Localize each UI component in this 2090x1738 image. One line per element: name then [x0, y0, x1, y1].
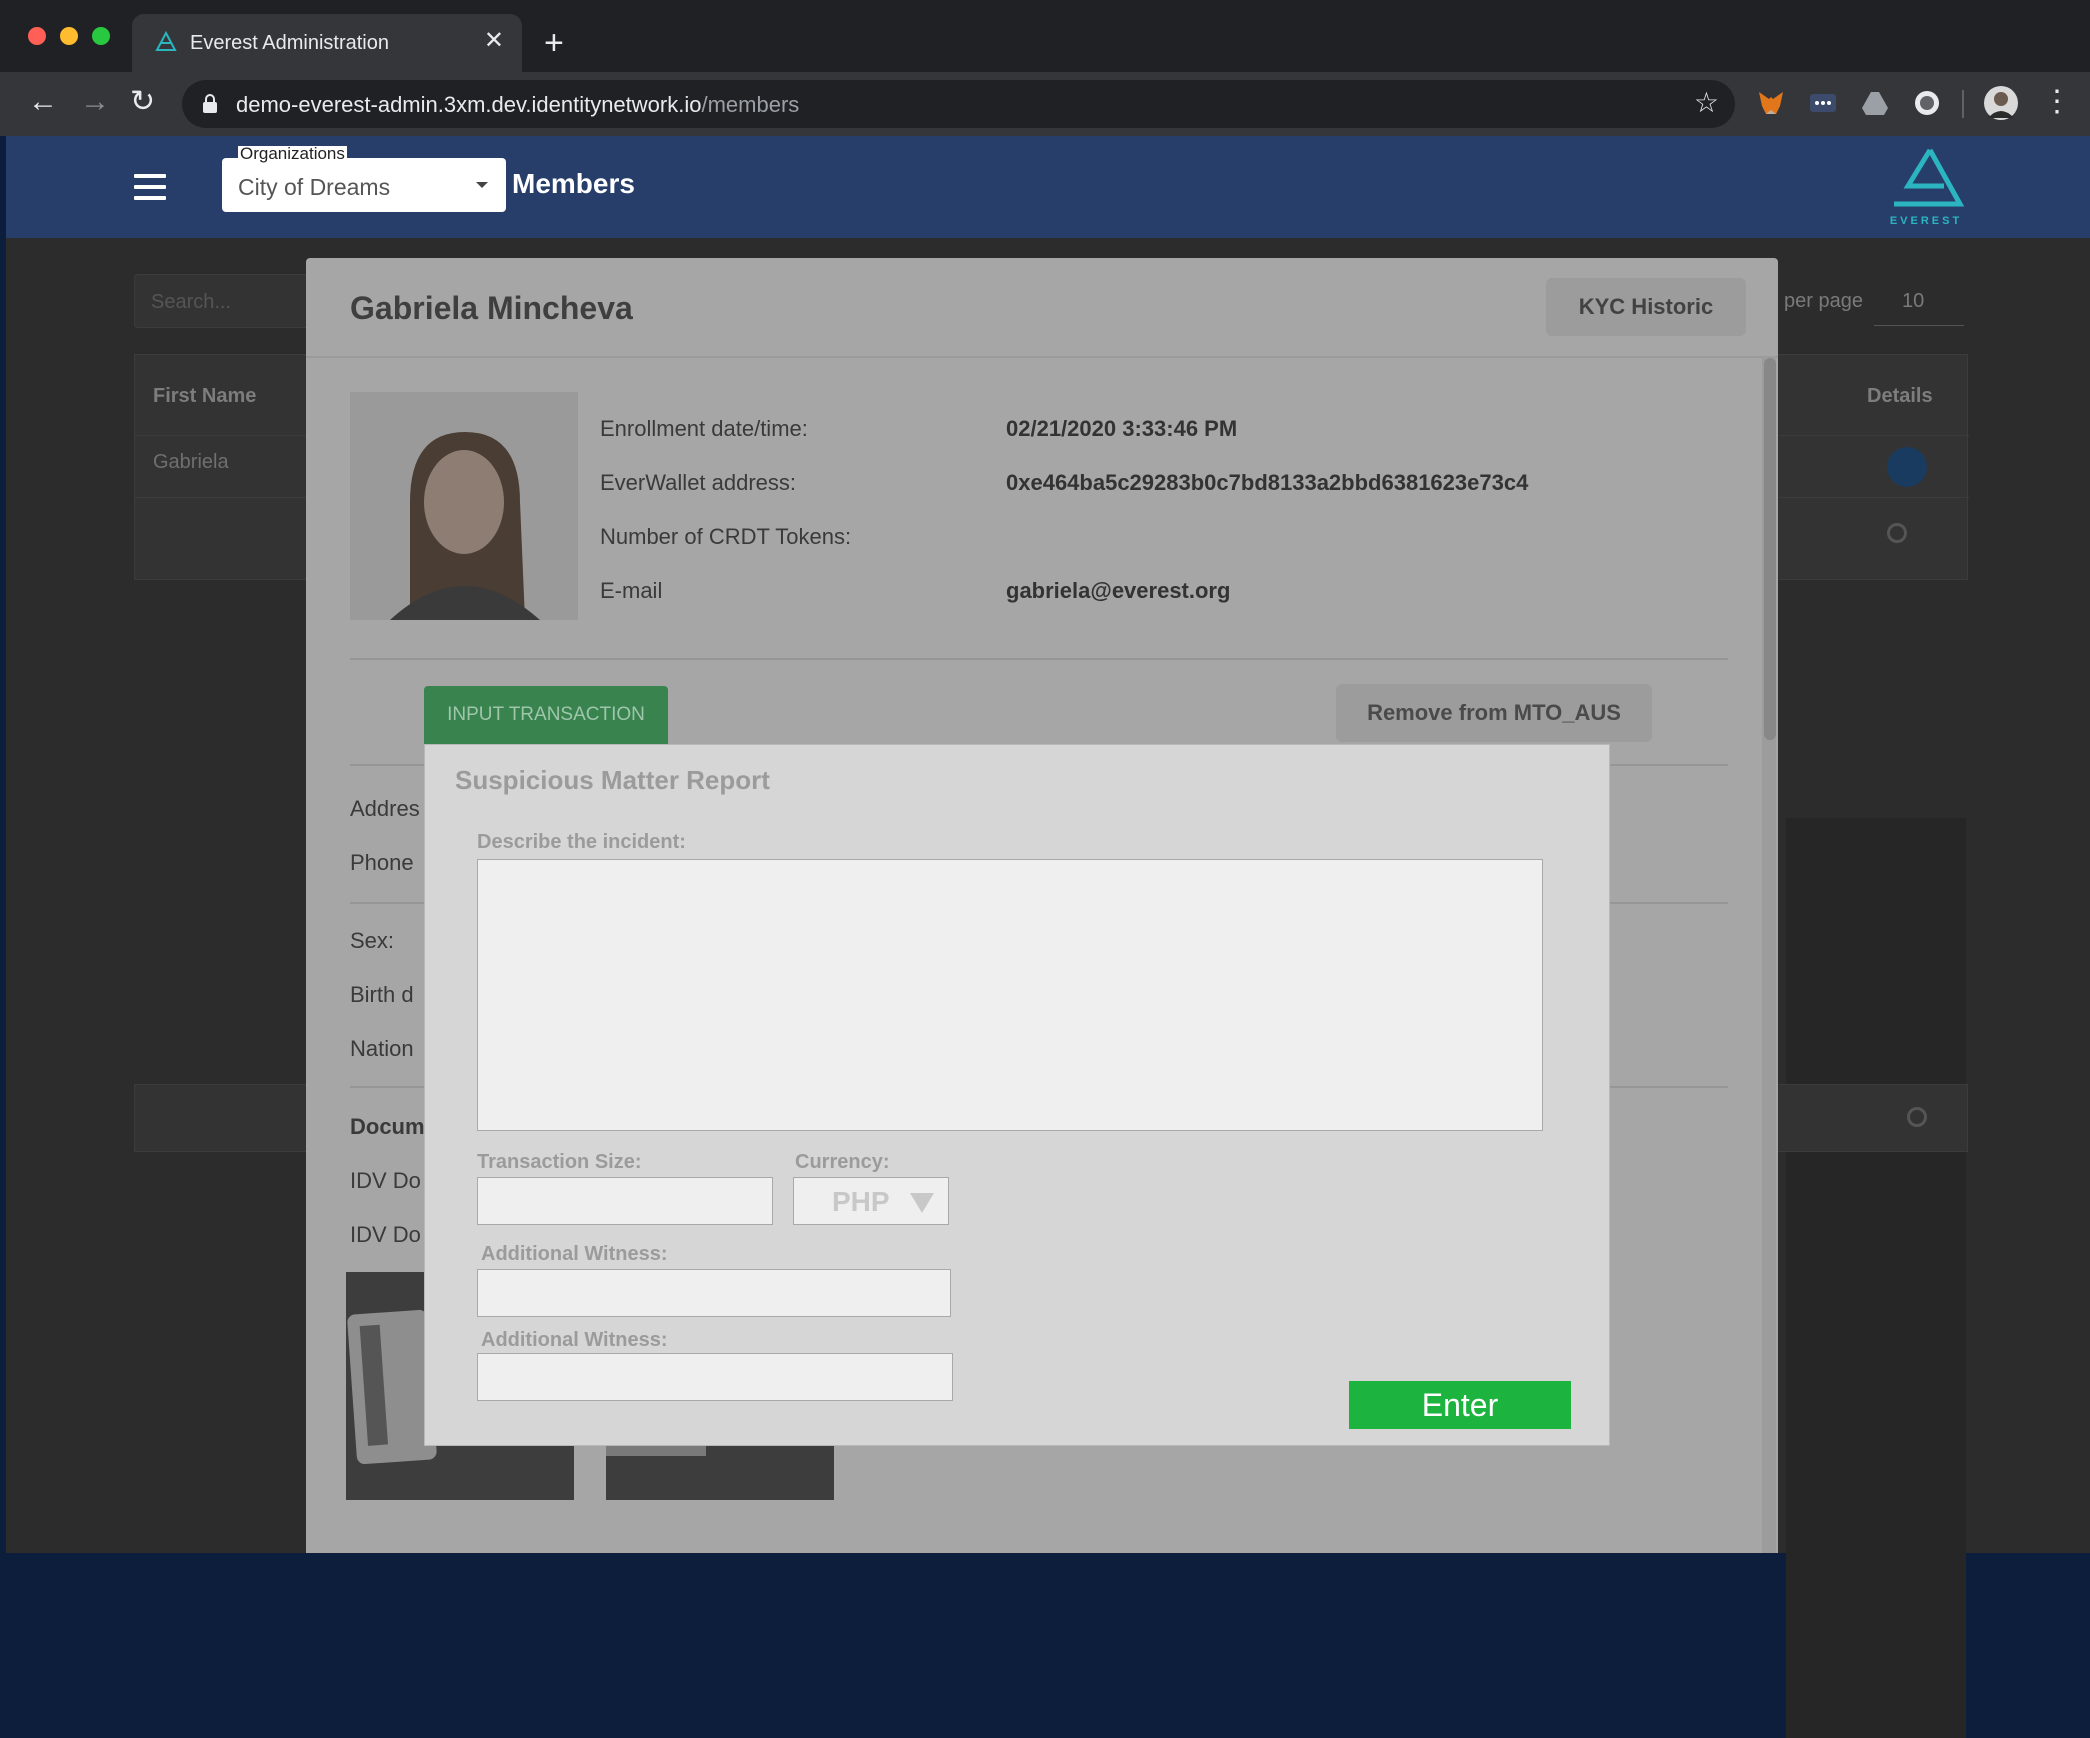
everest-logo: EVEREST — [1886, 146, 1966, 228]
additional-witness-label: Additional Witness: — [481, 1329, 668, 1351]
browser-menu-icon[interactable]: ⋮ — [2042, 84, 2072, 120]
hamburger-menu-icon[interactable] — [134, 174, 166, 200]
additional-witness-input-2[interactable] — [477, 1353, 953, 1401]
section-divider — [350, 658, 1728, 660]
organization-select-label: Organizations — [238, 144, 347, 163]
toolbar-divider — [1962, 90, 1964, 118]
input-transaction-button[interactable]: INPUT TRANSACTION — [424, 686, 668, 744]
remove-from-mto-button[interactable]: Remove from MTO_AUS — [1336, 684, 1652, 742]
email-value: gabriela@everest.org — [1006, 578, 1231, 603]
col-details: Details — [1867, 385, 1933, 407]
idv-document-label: IDV Do — [350, 1222, 421, 1247]
back-icon[interactable]: ← — [28, 84, 58, 120]
organization-select-value: City of Dreams — [238, 174, 391, 200]
url-host: demo-everest-admin.3xm.dev.identitynetwo… — [236, 92, 702, 117]
everest-favicon-icon — [155, 30, 177, 51]
browser-toolbar: ← → ↻ demo-everest-admin.3xm.dev.identit… — [0, 72, 2090, 136]
browser-tab[interactable]: Everest Administration ✕ — [132, 14, 522, 72]
smr-title: Suspicious Matter Report — [455, 765, 770, 795]
everest-logo-mark-icon — [1894, 148, 1965, 207]
sex-label: Sex: — [350, 928, 395, 953]
dropdown-arrow-icon — [910, 1193, 934, 1213]
describe-incident-textarea[interactable] — [477, 859, 1543, 1131]
enrollment-value: 02/21/2020 3:33:46 PM — [1006, 416, 1238, 441]
crdt-tokens-label: Number of CRDT Tokens: — [600, 524, 852, 549]
lock-icon — [203, 94, 217, 113]
url-text: demo-everest-admin.3xm.dev.identitynetwo… — [236, 92, 799, 118]
caret-down-icon — [476, 182, 488, 188]
profile-avatar[interactable] — [1984, 86, 2018, 120]
metamask-fox-icon[interactable] — [1756, 88, 1786, 118]
member-photo — [350, 392, 578, 620]
member-name: Gabriela Mincheva — [350, 290, 633, 326]
currency-label: Currency: — [795, 1151, 890, 1173]
browser-tab-bar: Everest Administration ✕ + — [0, 0, 2090, 72]
enrollment-label: Enrollment date/time: — [600, 416, 808, 441]
address-label: Addres — [350, 796, 420, 821]
search-icon[interactable] — [1907, 1107, 1927, 1127]
phone-label: Phone — [350, 850, 414, 875]
page-title: Members — [512, 168, 635, 199]
row-first-name: Gabriela — [153, 451, 229, 473]
minimize-window-button[interactable] — [60, 27, 78, 45]
documents-heading: Docum — [350, 1114, 425, 1139]
maximize-window-button[interactable] — [92, 27, 110, 45]
additional-witness-label: Additional Witness: — [481, 1243, 668, 1265]
email-label: E-mail — [600, 578, 663, 603]
transaction-size-input[interactable] — [477, 1177, 773, 1225]
url-path: /members — [701, 92, 800, 117]
suspicious-matter-report-dialog: Suspicious Matter Report Describe the in… — [424, 744, 1610, 1446]
search-placeholder: Search... — [151, 291, 232, 313]
kyc-historic-button[interactable]: KYC Historic — [1546, 278, 1746, 336]
reload-icon[interactable]: ↻ — [130, 84, 155, 120]
everwallet-value: 0xe464ba5c29283b0c7bd8133a2bbd6381623e73… — [1006, 470, 1529, 495]
organization-select[interactable]: City of Dreams — [222, 158, 506, 212]
id-card-back-icon — [606, 1438, 834, 1500]
bookmark-star-icon[interactable]: ☆ — [1694, 86, 1719, 119]
forward-icon[interactable]: → — [80, 84, 110, 120]
search-icon[interactable] — [1887, 523, 1907, 543]
nationality-label: Nation — [350, 1036, 414, 1061]
col-first-name: First Name — [153, 385, 257, 407]
transaction-size-label: Transaction Size: — [477, 1151, 642, 1173]
describe-incident-label: Describe the incident: — [477, 831, 686, 853]
everwallet-label: EverWallet address: — [600, 470, 797, 495]
extension-circle-icon[interactable] — [1912, 88, 1942, 118]
currency-value: PHP — [832, 1186, 890, 1217]
tab-title: Everest Administration — [190, 32, 389, 54]
background-panel — [1786, 818, 1966, 1738]
currency-select[interactable]: PHP — [793, 1177, 949, 1225]
search-input[interactable]: Search... — [134, 274, 314, 328]
close-window-button[interactable] — [28, 27, 46, 45]
birth-date-label: Birth d — [350, 982, 414, 1007]
details-user-icon[interactable] — [1887, 447, 1927, 487]
per-page-label: per page — [1784, 290, 1863, 312]
everest-logo-text: EVEREST — [1889, 215, 1963, 227]
per-page-select[interactable]: 10 — [1874, 276, 1964, 326]
tab-close-icon[interactable]: ✕ — [484, 28, 504, 54]
per-page-value: 10 — [1902, 290, 1925, 312]
drive-icon[interactable] — [1860, 88, 1890, 118]
extension-dots-icon[interactable] — [1808, 88, 1838, 118]
address-bar[interactable]: demo-everest-admin.3xm.dev.identitynetwo… — [182, 80, 1735, 128]
new-tab-icon[interactable]: + — [544, 26, 564, 60]
member-portrait-icon — [350, 392, 578, 620]
enter-button[interactable]: Enter — [1349, 1381, 1571, 1429]
id-document-image[interactable] — [606, 1438, 834, 1500]
idv-document-label: IDV Do — [350, 1168, 421, 1193]
modal-scrollbar-thumb[interactable] — [1764, 358, 1776, 740]
modal-header-divider — [306, 356, 1778, 358]
additional-witness-input-1[interactable] — [477, 1269, 951, 1317]
